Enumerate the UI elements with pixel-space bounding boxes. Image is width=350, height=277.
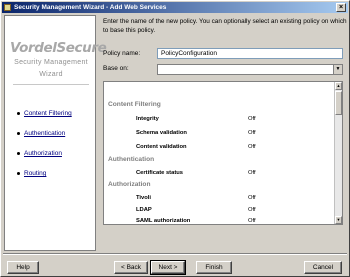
wizard-window: Security Management Wizard - Add Web Ser… [0,0,350,277]
setting-name: Integrity [136,116,159,122]
bullet-icon [17,131,20,135]
cancel-button[interactable]: Cancel [304,261,342,274]
brand-logo: VordelSecure [10,40,107,56]
setting-value: Off [248,116,256,122]
policy-name-input[interactable]: PolicyConfiguration [157,48,343,59]
sidebar-item-routing[interactable]: Routing [17,170,46,179]
chevron-down-icon[interactable]: ▼ [333,65,342,74]
brand-subtitle: Security Management [14,59,88,66]
sidebar-item-authentication[interactable]: Authentication [17,130,65,139]
scroll-down-icon[interactable]: ▼ [335,216,342,224]
setting-name: Content validation [136,144,187,150]
setting-value: Off [248,170,256,176]
sidebar-item-label: Content Filtering [24,110,72,117]
bullet-icon [17,111,20,115]
finish-button[interactable]: Finish [196,261,232,274]
divider [13,84,89,85]
brand-subtitle-2: Wizard [39,71,63,78]
app-icon [4,4,11,11]
window-title: Security Management Wizard - Add Web Ser… [14,4,167,11]
sidebar-item-content-filtering[interactable]: Content Filtering [17,110,72,119]
policy-name-label: Policy name: [103,50,141,57]
wizard-sidebar: VordelSecure Security Management Wizard … [4,15,107,251]
setting-value: Off [248,207,256,213]
setting-name: Tivoli [136,195,152,201]
sidebar-item-label: Authorization [24,150,62,157]
setting-value: Off [248,144,256,150]
setting-name: SAML authorization [136,218,191,224]
scrollbar[interactable]: ▲ ▼ [334,82,342,224]
setting-name: Certificate status [136,170,184,176]
bullet-icon [17,171,20,175]
intro-text: Enter the name of the new policy. You ca… [103,18,347,34]
back-button[interactable]: < Back [114,261,148,274]
section-title: Content Filtering [108,101,161,108]
policy-settings-list[interactable]: Content Filtering Integrity Off Schema v… [103,81,343,225]
bullet-icon [17,151,20,155]
next-button[interactable]: Next > [150,260,186,275]
sidebar-item-authorization[interactable]: Authorization [17,150,62,159]
divider [3,253,347,255]
title-bar: Security Management Wizard - Add Web Ser… [2,2,348,13]
setting-value: Off [248,218,256,224]
help-button[interactable]: Help [7,261,39,274]
scroll-up-icon[interactable]: ▲ [335,82,342,90]
scroll-thumb[interactable] [335,91,342,115]
sidebar-item-label: Routing [24,170,47,177]
setting-value: Off [248,130,256,136]
base-on-select[interactable]: ▼ [157,64,343,75]
section-title: Authorization [108,181,151,188]
base-on-label: Base on: [103,65,129,72]
sidebar-item-label: Authentication [24,130,66,137]
setting-value: Off [248,195,256,201]
setting-name: Schema validation [136,130,187,136]
setting-name: LDAP [136,207,152,213]
close-button[interactable]: × [336,3,346,12]
section-title: Authentication [108,156,155,163]
